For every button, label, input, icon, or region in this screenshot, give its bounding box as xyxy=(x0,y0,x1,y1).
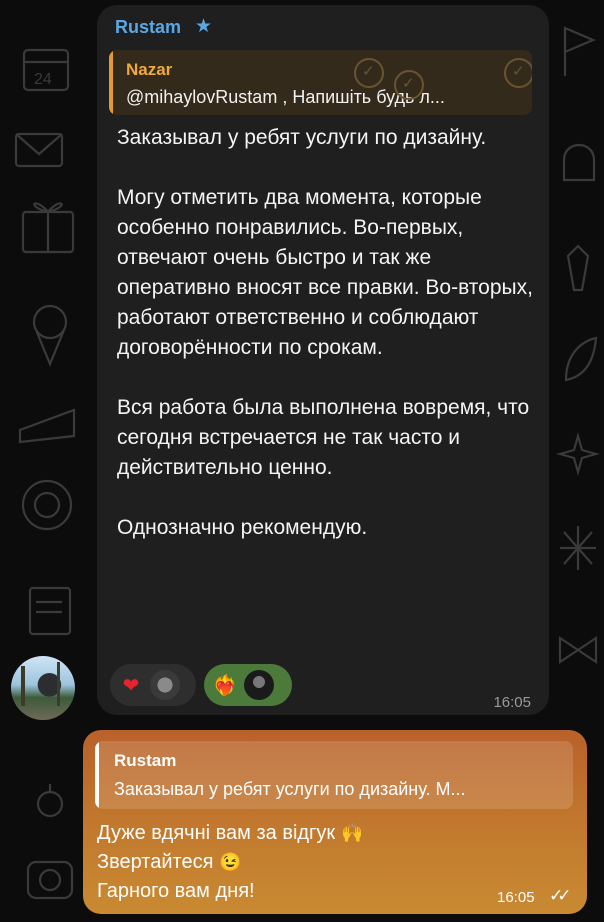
snowflake-doodle-icon xyxy=(560,526,596,570)
star-icon: ★ xyxy=(195,16,213,37)
ornament-doodle-icon xyxy=(36,784,64,818)
avatar-detail xyxy=(57,662,60,706)
flag-doodle-icon xyxy=(563,26,596,76)
message-time: 16:05 xyxy=(493,694,531,711)
tie-doodle-icon xyxy=(566,244,590,292)
reactor-avatar xyxy=(244,670,274,700)
reply-author: Nazar xyxy=(126,60,173,79)
wreath-doodle-icon xyxy=(21,479,73,531)
reply-preview[interactable]: Nazar @mihaylovRustam , Напишіть будь л.… xyxy=(109,50,532,115)
bell-doodle-icon xyxy=(562,144,596,182)
envelope-doodle-icon xyxy=(14,132,64,168)
verified-badge-icon xyxy=(354,58,384,88)
incoming-message-bubble[interactable]: Rustam ★ Nazar @mihaylovRustam , Напишіт… xyxy=(97,5,549,715)
sender-avatar[interactable] xyxy=(11,656,75,720)
double-check-icon: ✓✓ xyxy=(549,886,571,905)
leaf-doodle-icon xyxy=(564,336,598,382)
gift-doodle-icon xyxy=(21,202,75,254)
calendar-doodle-icon: 24 xyxy=(22,48,70,92)
message-line-text: Звертайтеся xyxy=(97,851,214,873)
message-time: 16:05 xyxy=(497,889,535,906)
camera-doodle-icon xyxy=(26,860,74,900)
winking-face-icon: 😉 xyxy=(219,852,242,872)
reply-accent-bar xyxy=(109,50,113,115)
reactions-row: ❤ ❤‍🔥 xyxy=(110,664,292,706)
message-paragraph: Заказывал у ребят услуги по дизайну. xyxy=(117,126,487,149)
message-text: Дуже вдячні вам за відгук 🙌 Звертайтеся 😉 … xyxy=(97,819,364,906)
sender-name[interactable]: Rustam xyxy=(115,17,181,38)
message-paragraph: Могу отметить два момента, которые особе… xyxy=(117,186,533,359)
reply-preview[interactable]: Rustam Заказывал у ребят услуги по дизай… xyxy=(95,741,573,809)
reply-author: Rustam xyxy=(114,751,177,770)
reaction-heart[interactable]: ❤ xyxy=(110,664,196,706)
message-line-text: Гарного вам дня! xyxy=(97,880,255,902)
message-line-text: Дуже вдячні вам за відгук xyxy=(97,822,336,844)
message-paragraph: Вся работа была выполнена вовремя, что с… xyxy=(117,396,530,479)
message-line: Гарного вам дня! xyxy=(97,877,364,906)
message-text: Заказывал у ребят услуги по дизайну. Мог… xyxy=(117,123,537,543)
heart-icon: ❤ xyxy=(122,674,140,697)
notepad-doodle-icon xyxy=(28,586,72,636)
message-paragraph: Однозначно рекомендую. xyxy=(117,516,368,539)
reply-accent-bar xyxy=(95,741,99,809)
raising-hands-icon: 🙌 xyxy=(341,823,364,843)
message-line: Дуже вдячні вам за відгук 🙌 xyxy=(97,819,364,848)
cake-doodle-icon xyxy=(18,408,76,444)
bow-doodle-icon xyxy=(558,635,598,665)
verified-badge-icon xyxy=(394,70,424,100)
reaction-heart-on-fire[interactable]: ❤‍🔥 xyxy=(204,664,292,706)
ice-cream-doodle-icon xyxy=(32,304,68,367)
verified-badge-icon xyxy=(504,58,532,88)
reply-text: Заказывал у ребят услуги по дизайну. М..… xyxy=(114,779,466,799)
heart-on-fire-icon: ❤‍🔥 xyxy=(212,674,238,697)
svg-text:24: 24 xyxy=(34,71,52,88)
avatar-detail xyxy=(21,666,25,706)
message-line: Звертайтеся 😉 xyxy=(97,848,364,877)
sparkle-doodle-icon xyxy=(556,431,601,477)
reactor-avatar xyxy=(150,670,180,700)
outgoing-message-bubble[interactable]: Rustam Заказывал у ребят услуги по дизай… xyxy=(83,730,587,914)
